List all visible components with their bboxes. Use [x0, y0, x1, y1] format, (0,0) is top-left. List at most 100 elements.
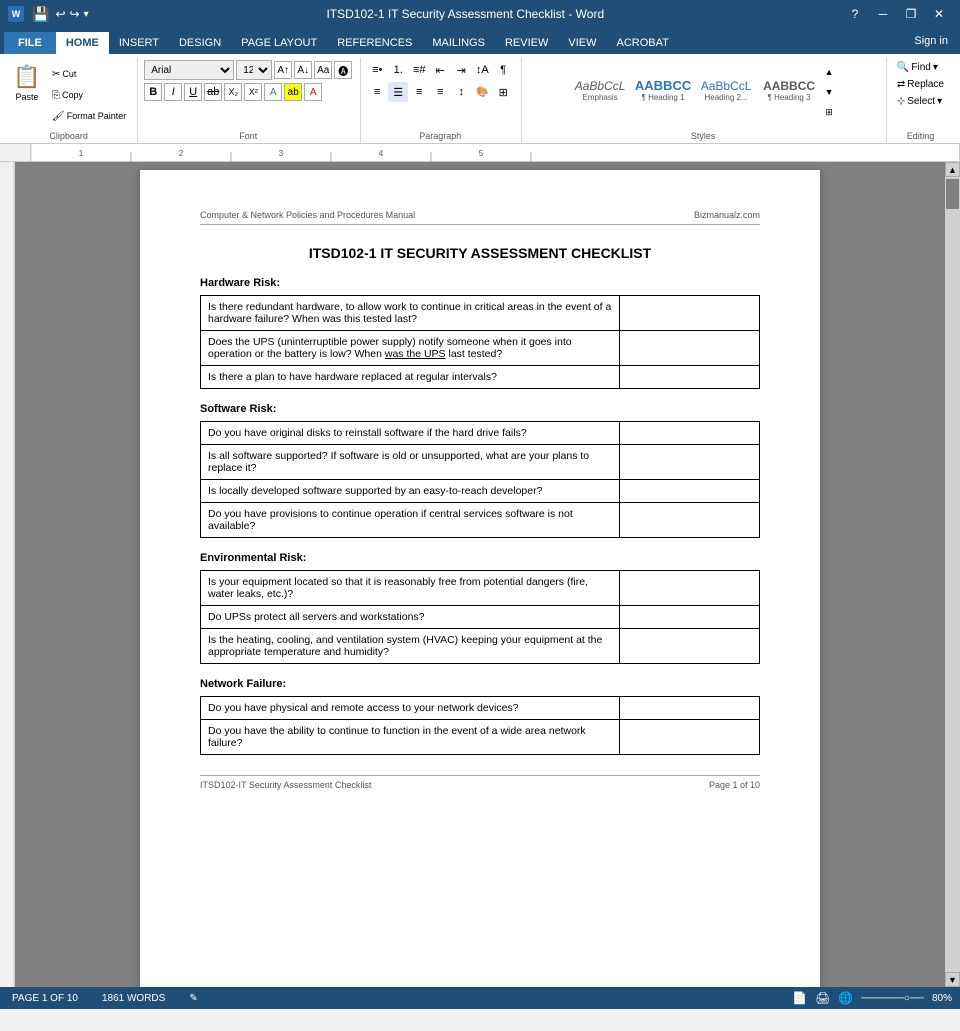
table-row: Does the UPS (uninterruptible power supp…: [201, 331, 760, 366]
software-risk-table: Do you have original disks to reinstall …: [200, 421, 760, 538]
tab-page-layout[interactable]: PAGE LAYOUT: [231, 32, 327, 54]
bold-button[interactable]: B: [144, 83, 162, 101]
right-scrollbar[interactable]: ▲ ▼: [945, 162, 960, 987]
styles-down-arrow[interactable]: ▼: [822, 82, 836, 102]
tab-design[interactable]: DESIGN: [169, 32, 231, 54]
shading-btn[interactable]: 🎨: [472, 82, 492, 102]
format-painter-button[interactable]: 🖌Format Painter: [49, 106, 129, 126]
help-btn[interactable]: ?: [842, 4, 868, 24]
show-formatting-btn[interactable]: ¶: [493, 60, 513, 80]
font-color-btn[interactable]: A: [304, 83, 322, 101]
view-print-btn[interactable]: 🖨: [815, 991, 830, 1005]
tab-mailings[interactable]: MAILINGS: [422, 32, 495, 54]
table-row: Is there a plan to have hardware replace…: [201, 366, 760, 389]
styles-expand-arrow[interactable]: ⊞: [822, 102, 836, 122]
redo-btn[interactable]: ↪: [70, 7, 80, 21]
italic-button[interactable]: I: [164, 83, 182, 101]
bullets-button[interactable]: ≡•: [367, 60, 387, 80]
align-left-btn[interactable]: ≡: [367, 82, 387, 102]
replace-button[interactable]: ⇄ Replace: [893, 77, 948, 92]
status-left: PAGE 1 OF 10 1861 WORDS ✎: [8, 992, 202, 1005]
superscript-button[interactable]: X²: [244, 83, 262, 101]
tab-home[interactable]: HOME: [56, 32, 109, 54]
style-heading3[interactable]: AABBCC ¶ Heading 3: [759, 60, 819, 120]
find-button[interactable]: 🔍 Find ▾: [893, 60, 942, 75]
tab-acrobat[interactable]: ACROBAT: [606, 32, 678, 54]
quick-save[interactable]: 💾: [32, 6, 49, 23]
paste-button[interactable]: 📋 Paste: [8, 60, 46, 104]
close-btn[interactable]: ✕: [926, 4, 952, 24]
underline-button[interactable]: U: [184, 83, 202, 101]
table-row: Is your equipment located so that it is …: [201, 571, 760, 606]
table-row: Is locally developed software supported …: [201, 480, 760, 503]
cut-button[interactable]: ✂Cut: [49, 64, 129, 84]
style-heading2[interactable]: AaBbCcL Heading 2...: [696, 60, 756, 120]
strikethrough-button[interactable]: ab: [204, 83, 222, 101]
restore-btn[interactable]: ❐: [898, 4, 924, 24]
sign-in-link[interactable]: Sign in: [906, 31, 956, 51]
scroll-up-btn[interactable]: ▲: [945, 162, 960, 177]
header-left: Computer & Network Policies and Procedur…: [200, 210, 415, 220]
font-row-2: B I U ab X₂ X² A ab A: [144, 83, 322, 101]
word-icon: W: [8, 6, 24, 22]
document-page: Computer & Network Policies and Procedur…: [140, 170, 820, 987]
decrease-indent-btn[interactable]: ⇤: [430, 60, 450, 80]
minimize-btn[interactable]: ─: [870, 4, 896, 24]
table-row: Do you have original disks to reinstall …: [201, 422, 760, 445]
change-case-btn[interactable]: Aa: [314, 61, 332, 79]
styles-label: Styles: [528, 131, 878, 143]
view-read-btn[interactable]: 📄: [792, 991, 807, 1005]
scroll-area[interactable]: Computer & Network Policies and Procedur…: [15, 162, 945, 987]
undo-btn[interactable]: ↩: [55, 7, 65, 21]
format-painter-icon: 🖌: [52, 111, 65, 122]
increase-font-btn[interactable]: A↑: [274, 61, 292, 79]
editing-content: 🔍 Find ▾ ⇄ Replace ⊹ Select ▾: [893, 58, 948, 131]
align-right-btn[interactable]: ≡: [409, 82, 429, 102]
decrease-font-btn[interactable]: A↓: [294, 61, 312, 79]
editing-group: 🔍 Find ▾ ⇄ Replace ⊹ Select ▾ Editing: [889, 58, 956, 143]
line-spacing-btn[interactable]: ↕: [451, 82, 471, 102]
select-button[interactable]: ⊹ Select ▾: [893, 94, 946, 109]
numbering-button[interactable]: 1.: [388, 60, 408, 80]
tab-file[interactable]: FILE: [4, 32, 56, 54]
scroll-down-btn[interactable]: ▼: [945, 972, 960, 987]
tab-references[interactable]: REFERENCES: [327, 32, 422, 54]
software-q3: Is locally developed software supported …: [201, 480, 620, 503]
tab-review[interactable]: REVIEW: [495, 32, 558, 54]
page-count-status[interactable]: PAGE 1 OF 10: [8, 992, 82, 1005]
tab-insert[interactable]: INSERT: [109, 32, 169, 54]
borders-btn[interactable]: ⊞: [493, 82, 513, 102]
text-effect-btn[interactable]: A: [264, 83, 282, 101]
section-hardware-heading: Hardware Risk:: [200, 277, 760, 289]
scroll-thumb[interactable]: [946, 179, 959, 209]
zoom-level[interactable]: 80%: [932, 993, 952, 1004]
align-center-btn[interactable]: ☰: [388, 82, 408, 102]
copy-icon: ⎘: [52, 90, 60, 101]
hardware-a1: [620, 296, 760, 331]
font-family-select[interactable]: Arial: [144, 60, 234, 80]
software-a2: [620, 445, 760, 480]
net-q2: Do you have the ability to continue to f…: [201, 720, 620, 755]
h1-preview: AABBCC: [635, 78, 691, 93]
style-emphasis[interactable]: AaBbCcL Emphasis: [570, 60, 630, 120]
zoom-slider[interactable]: ──────○──: [861, 993, 924, 1004]
software-q1: Do you have original disks to reinstall …: [201, 422, 620, 445]
multilevel-list-button[interactable]: ≡#: [409, 60, 429, 80]
styles-up-arrow[interactable]: ▲: [822, 62, 836, 82]
style-heading1[interactable]: AABBCC ¶ Heading 1: [633, 60, 693, 120]
text-highlight-btn[interactable]: ab: [284, 83, 302, 101]
font-size-select[interactable]: 12: [236, 60, 272, 80]
copy-button[interactable]: ⎘Copy: [49, 85, 129, 105]
increase-indent-btn[interactable]: ⇥: [451, 60, 471, 80]
doc-area: Computer & Network Policies and Procedur…: [0, 162, 960, 987]
vertical-ruler: [0, 162, 15, 987]
edit-mode-icon[interactable]: ✎: [185, 992, 201, 1005]
word-count-status[interactable]: 1861 WORDS: [98, 992, 169, 1005]
justify-btn[interactable]: ≡: [430, 82, 450, 102]
cut-icon: ✂: [52, 69, 60, 80]
sort-btn[interactable]: ↕A: [472, 60, 492, 80]
subscript-button[interactable]: X₂: [224, 83, 242, 101]
tab-view[interactable]: VIEW: [558, 32, 606, 54]
clear-format-btn[interactable]: 🅐: [334, 61, 352, 79]
view-web-btn[interactable]: 🌐: [838, 991, 853, 1005]
